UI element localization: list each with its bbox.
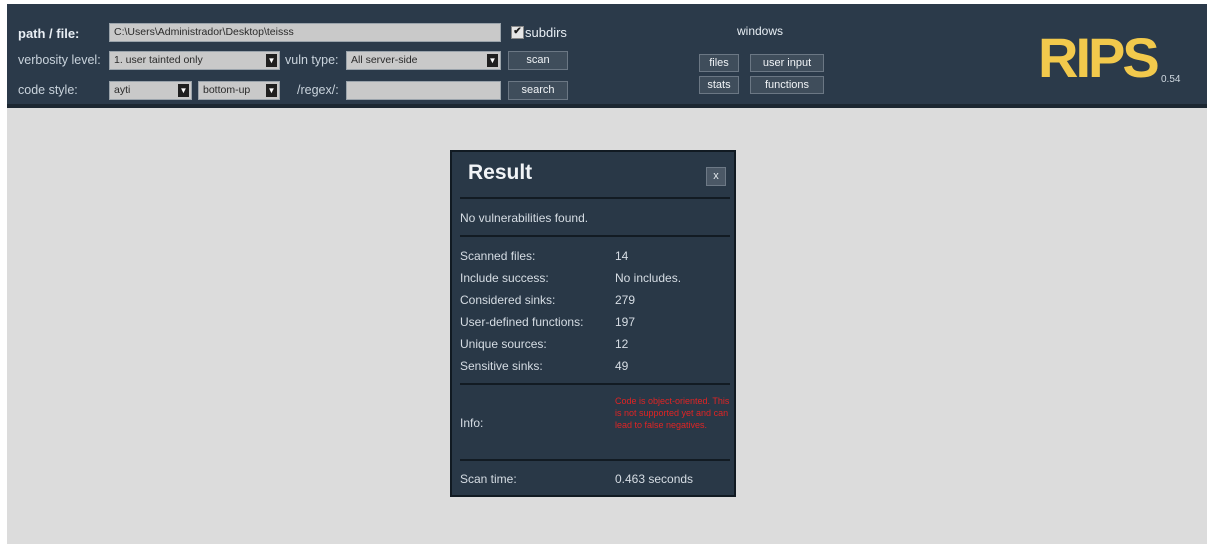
toolbar: path / file: C:\Users\Administrador\Desk… xyxy=(7,4,1207,108)
stat-value: 14 xyxy=(615,249,629,263)
divider xyxy=(460,383,730,385)
windows-heading: windows xyxy=(737,24,784,38)
code-style-value: ayti xyxy=(114,84,131,96)
divider xyxy=(460,197,730,199)
result-summary: No vulnerabilities found. xyxy=(460,211,589,225)
vuln-type-value: All server-side xyxy=(351,54,418,66)
vuln-type-label: vuln type: xyxy=(285,53,339,67)
stat-label: Scanned files: xyxy=(460,249,536,263)
stat-value: 279 xyxy=(615,293,636,307)
vuln-type-select[interactable]: All server-side ▼ xyxy=(346,51,501,70)
chevron-down-icon: ▼ xyxy=(266,54,277,67)
toolbar-edge xyxy=(7,104,1207,108)
stat-label: Include success: xyxy=(460,271,549,285)
version-label: 0.54 xyxy=(1161,74,1181,85)
close-button[interactable]: x xyxy=(706,167,726,186)
info-warning: Code is object-oriented. This is not sup… xyxy=(615,396,730,430)
scan-time-label: Scan time: xyxy=(460,472,517,486)
stat-label: Sensitive sinks: xyxy=(460,359,543,373)
chevron-down-icon: ▼ xyxy=(266,84,277,97)
path-input[interactable]: C:\Users\Administrador\Desktop\teisss xyxy=(109,23,501,42)
user-input-button[interactable]: user input xyxy=(750,54,824,72)
stat-value: 197 xyxy=(615,315,636,329)
stat-label: Considered sinks: xyxy=(460,293,556,307)
divider xyxy=(460,459,730,461)
verbosity-select[interactable]: 1. user tainted only ▼ xyxy=(109,51,280,70)
chevron-down-icon: ▼ xyxy=(487,54,498,67)
divider xyxy=(460,235,730,237)
app-frame: path / file: C:\Users\Administrador\Desk… xyxy=(7,4,1207,544)
stat-value: 49 xyxy=(615,359,629,373)
verbosity-value: 1. user tainted only xyxy=(114,54,203,66)
stat-value: 12 xyxy=(615,337,629,351)
stat-value: No includes. xyxy=(615,271,682,285)
regex-input[interactable] xyxy=(346,81,501,100)
code-style-select[interactable]: ayti ▼ xyxy=(109,81,192,100)
info-label: Info: xyxy=(460,416,484,430)
code-style-label: code style: xyxy=(18,83,78,97)
path-label: path / file: xyxy=(18,26,80,41)
functions-button[interactable]: functions xyxy=(750,76,824,94)
scan-button[interactable]: scan xyxy=(508,51,568,70)
files-button[interactable]: files xyxy=(699,54,739,72)
stat-label: User-defined functions: xyxy=(460,315,584,329)
result-dialog: Result x No vulnerabilities found. Scann… xyxy=(450,150,736,497)
search-button[interactable]: search xyxy=(508,81,568,100)
regex-label: /regex/: xyxy=(297,83,339,97)
verbosity-label: verbosity level: xyxy=(18,53,101,67)
order-select[interactable]: bottom-up ▼ xyxy=(198,81,280,100)
rips-logo: RIPS xyxy=(1038,26,1160,89)
subdirs-label: subdirs xyxy=(525,25,567,40)
stat-label: Unique sources: xyxy=(460,337,547,351)
stats-button[interactable]: stats xyxy=(699,76,739,94)
dialog-title: Result xyxy=(468,161,533,184)
order-value: bottom-up xyxy=(203,84,251,96)
chevron-down-icon: ▼ xyxy=(178,84,189,97)
scan-time-value: 0.463 seconds xyxy=(615,472,694,486)
subdirs-checkbox[interactable]: ✔ xyxy=(511,26,524,39)
